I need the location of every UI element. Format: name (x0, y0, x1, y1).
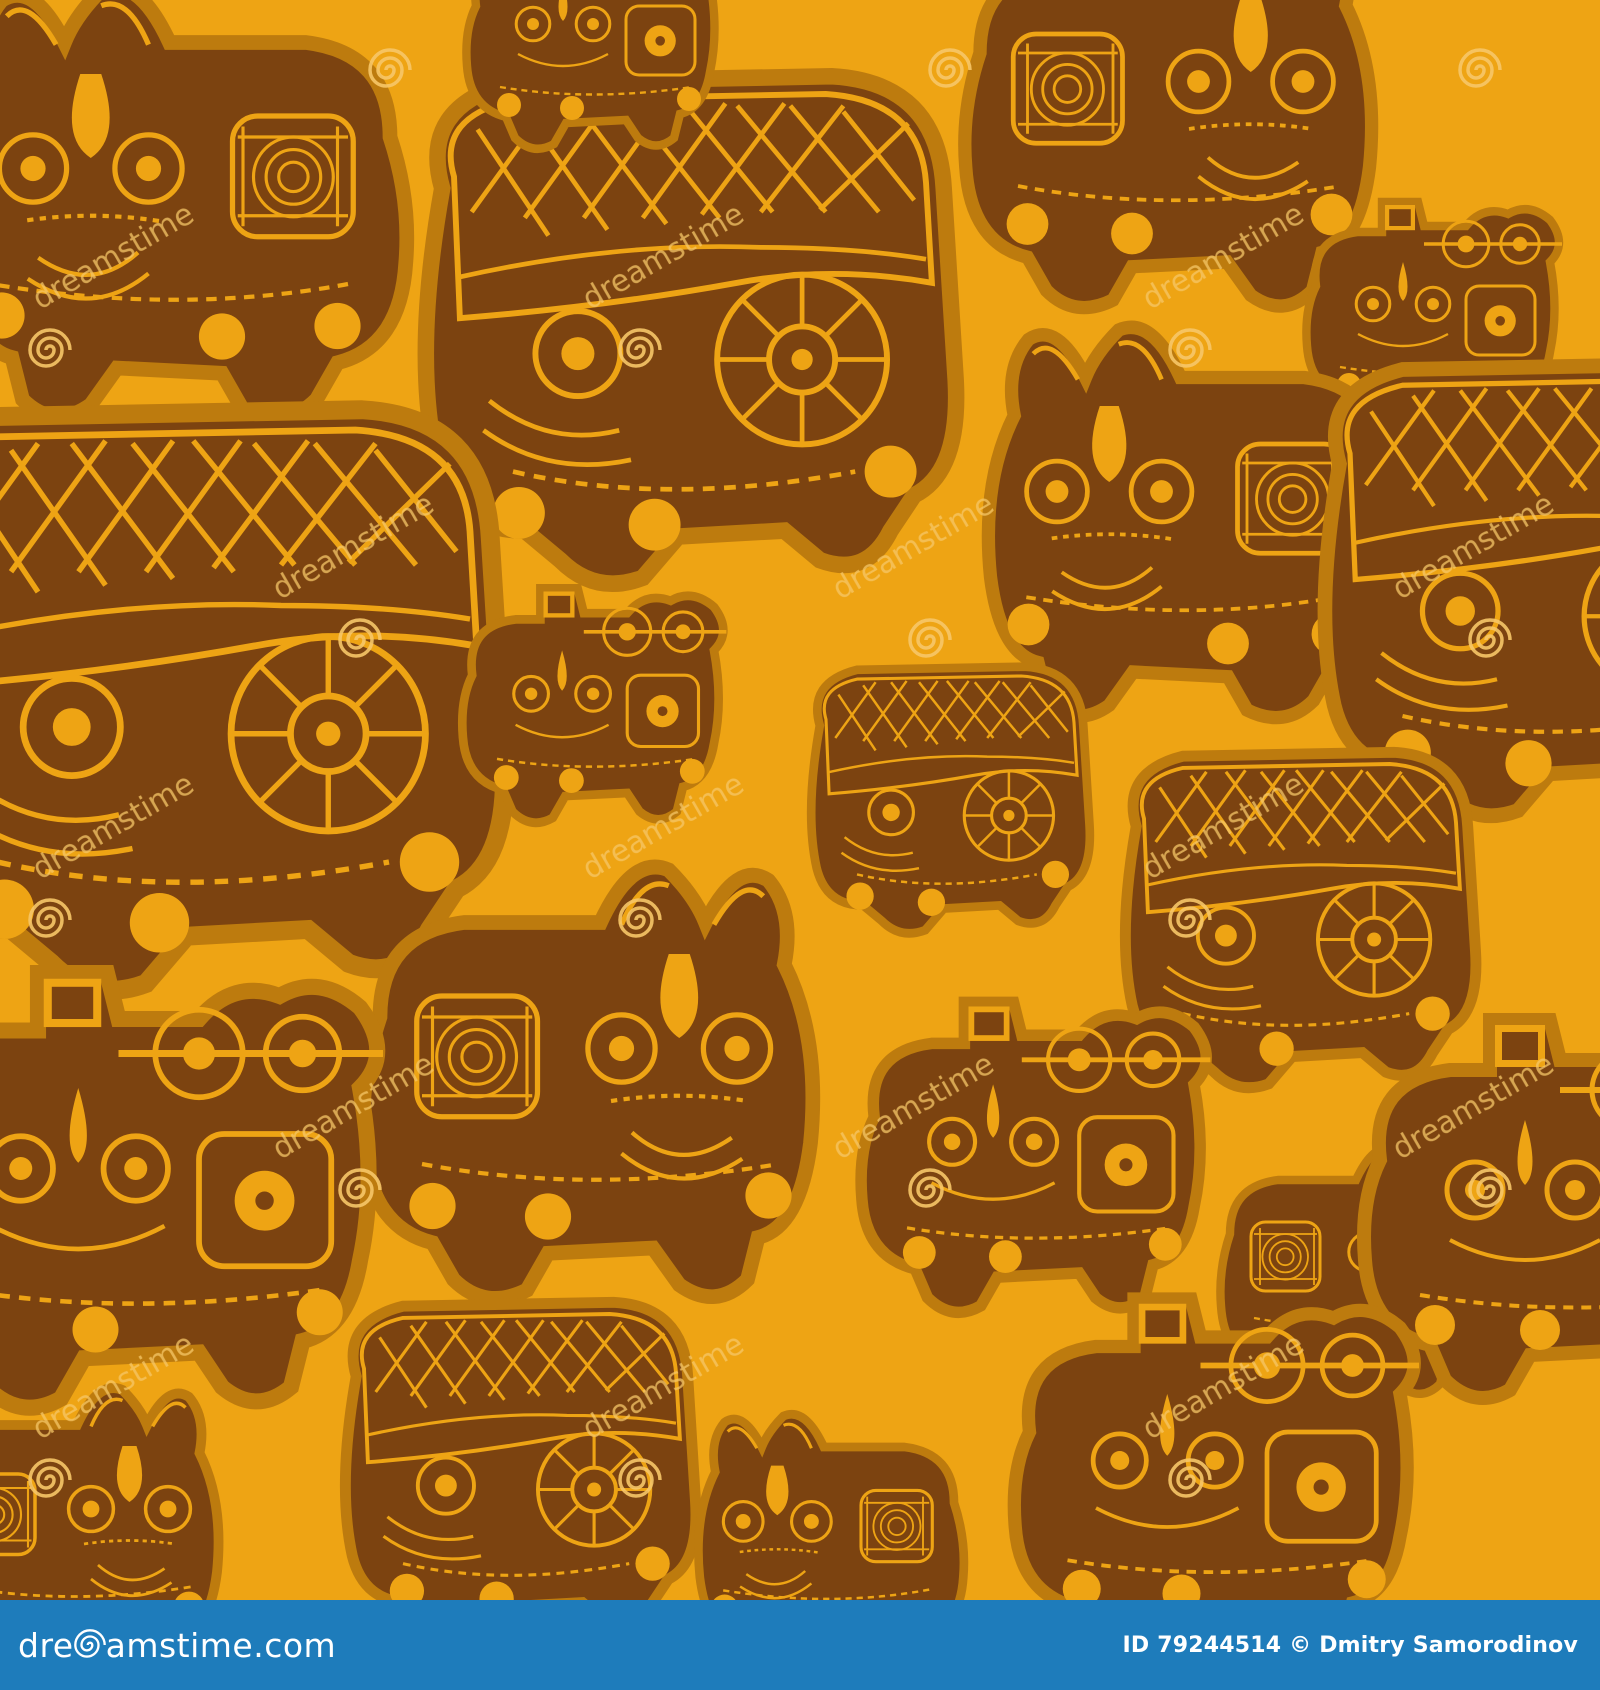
logo-prefix: dre (18, 1625, 74, 1665)
dreamstime-logo[interactable]: dre amstime.com (18, 1626, 336, 1665)
stock-footer-bar: dre amstime.com ID 79244514 © Dmitry Sam… (0, 1600, 1600, 1690)
logo-suffix: amstime.com (105, 1625, 337, 1665)
toy-figure (0, 410, 505, 991)
toy-figure (426, 76, 956, 583)
image-credit: ID 79244514 © Dmitry Samorodinov (1122, 1632, 1578, 1658)
toy-figure (345, 1302, 696, 1600)
tiger-toy-pattern: dreamstime dreamstime dreamstime dreamst… (0, 0, 1600, 1600)
toy-figure (811, 667, 1090, 934)
swirl-icon (73, 1629, 106, 1658)
toy-figure (1014, 1299, 1419, 1600)
toy-figure (965, 0, 1372, 308)
toy-figure (462, 588, 726, 822)
toy-figure (363, 867, 813, 1298)
toy-figure (861, 1002, 1210, 1312)
stock-image: dreamstime dreamstime dreamstime dreamst… (0, 0, 1600, 1690)
